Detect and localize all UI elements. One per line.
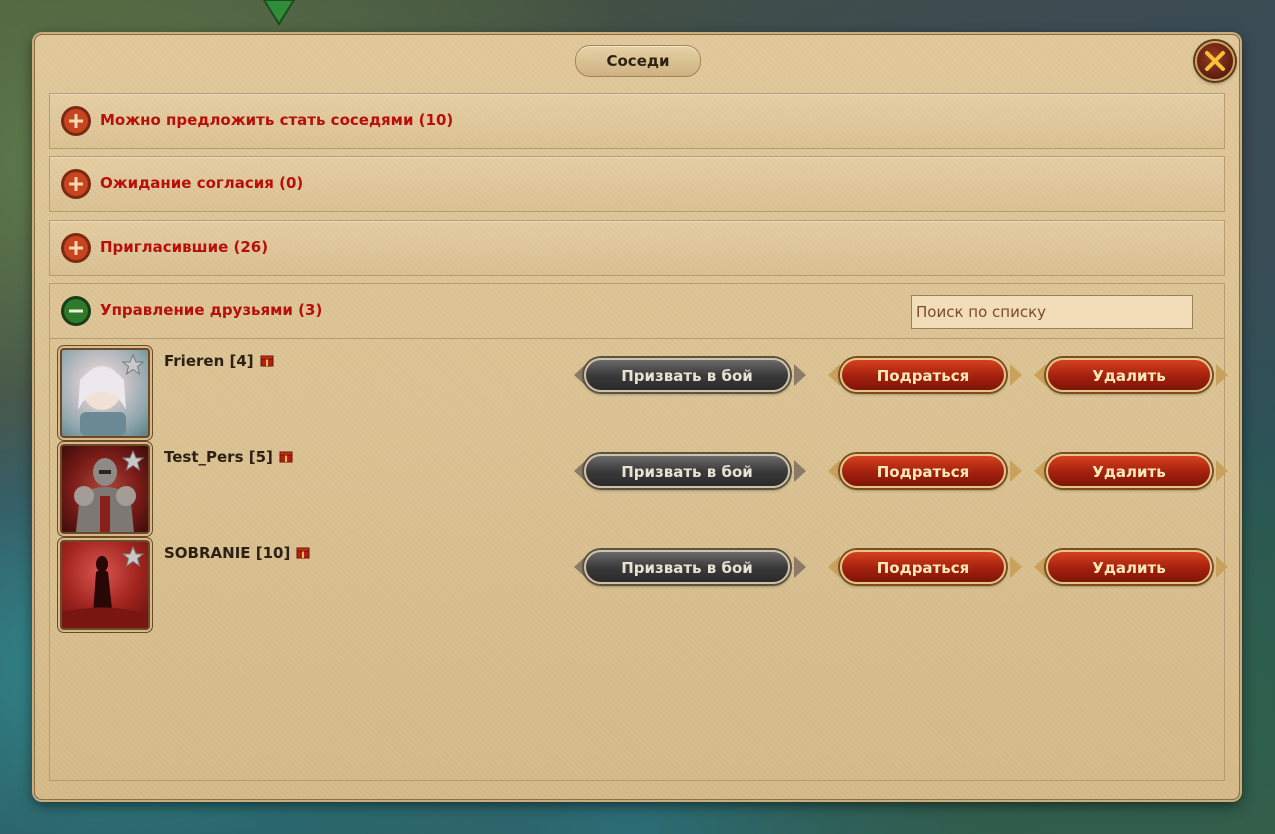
summon-button[interactable]: Призвать в бой (584, 358, 790, 392)
gift-icon[interactable] (279, 449, 293, 463)
close-icon (1205, 51, 1225, 71)
section-label: Управление друзьями (3) (100, 301, 323, 319)
wing-icon (1010, 460, 1022, 482)
section-manage-friends: Управление друзьями (3) Frieren [4] (49, 283, 1228, 781)
wing-icon (1216, 364, 1228, 386)
delete-button[interactable]: Удалить (1046, 358, 1212, 392)
summon-button[interactable]: Призвать в бой (584, 454, 790, 488)
close-button[interactable] (1195, 41, 1235, 81)
friend-avatar[interactable] (60, 444, 150, 534)
fight-button[interactable]: Подраться (840, 550, 1006, 584)
expand-icon[interactable] (60, 168, 92, 200)
section-label: Пригласившие (26) (100, 238, 269, 256)
wing-icon (1034, 460, 1046, 482)
gift-icon[interactable] (296, 545, 310, 559)
wing-icon (794, 364, 806, 386)
summon-button[interactable]: Призвать в бой (584, 550, 790, 584)
wing-icon (828, 460, 840, 482)
star-icon (122, 354, 144, 376)
friend-avatar[interactable] (60, 540, 150, 630)
wing-icon (1216, 556, 1228, 578)
friend-row: SOBRANIE [10] Призвать в бой Подраться У… (60, 540, 1228, 630)
wing-icon (794, 460, 806, 482)
section-label: Ожидание согласия (0) (100, 174, 304, 192)
section-invited[interactable]: Пригласившие (26) (49, 220, 1225, 276)
friend-name[interactable]: Test_Pers [5] (164, 448, 293, 466)
fight-button[interactable]: Подраться (840, 454, 1006, 488)
section-suggest-neighbors[interactable]: Можно предложить стать соседями (10) (49, 93, 1225, 149)
wing-icon (1216, 460, 1228, 482)
collapse-icon[interactable] (60, 295, 92, 327)
friend-row: Test_Pers [5] Призвать в бой Подраться У… (60, 444, 1228, 534)
dialog-title: Соседи (575, 45, 701, 77)
expand-icon[interactable] (60, 232, 92, 264)
section-pending[interactable]: Ожидание согласия (0) (49, 156, 1225, 212)
expand-icon[interactable] (60, 105, 92, 137)
star-icon (122, 546, 144, 568)
friend-avatar[interactable] (60, 348, 150, 438)
fight-button[interactable]: Подраться (840, 358, 1006, 392)
friend-name[interactable]: Frieren [4] (164, 352, 274, 370)
wing-icon (828, 364, 840, 386)
wing-icon (794, 556, 806, 578)
wing-icon (1010, 364, 1022, 386)
map-marker-icon (262, 0, 296, 26)
gift-icon[interactable] (260, 353, 274, 367)
wing-icon (1010, 556, 1022, 578)
search-input[interactable] (911, 295, 1193, 329)
friend-row: Frieren [4] Призвать в бой Подраться Уда… (60, 348, 1228, 438)
delete-button[interactable]: Удалить (1046, 454, 1212, 488)
section-header[interactable]: Управление друзьями (3) (50, 284, 1224, 339)
wing-icon (828, 556, 840, 578)
star-icon (122, 450, 144, 472)
delete-button[interactable]: Удалить (1046, 550, 1212, 584)
wing-icon (1034, 364, 1046, 386)
section-label: Можно предложить стать соседями (10) (100, 111, 454, 129)
friend-name[interactable]: SOBRANIE [10] (164, 544, 310, 562)
wing-icon (1034, 556, 1046, 578)
neighbors-dialog: Соседи Можно предложить стать соседями (… (34, 34, 1240, 800)
